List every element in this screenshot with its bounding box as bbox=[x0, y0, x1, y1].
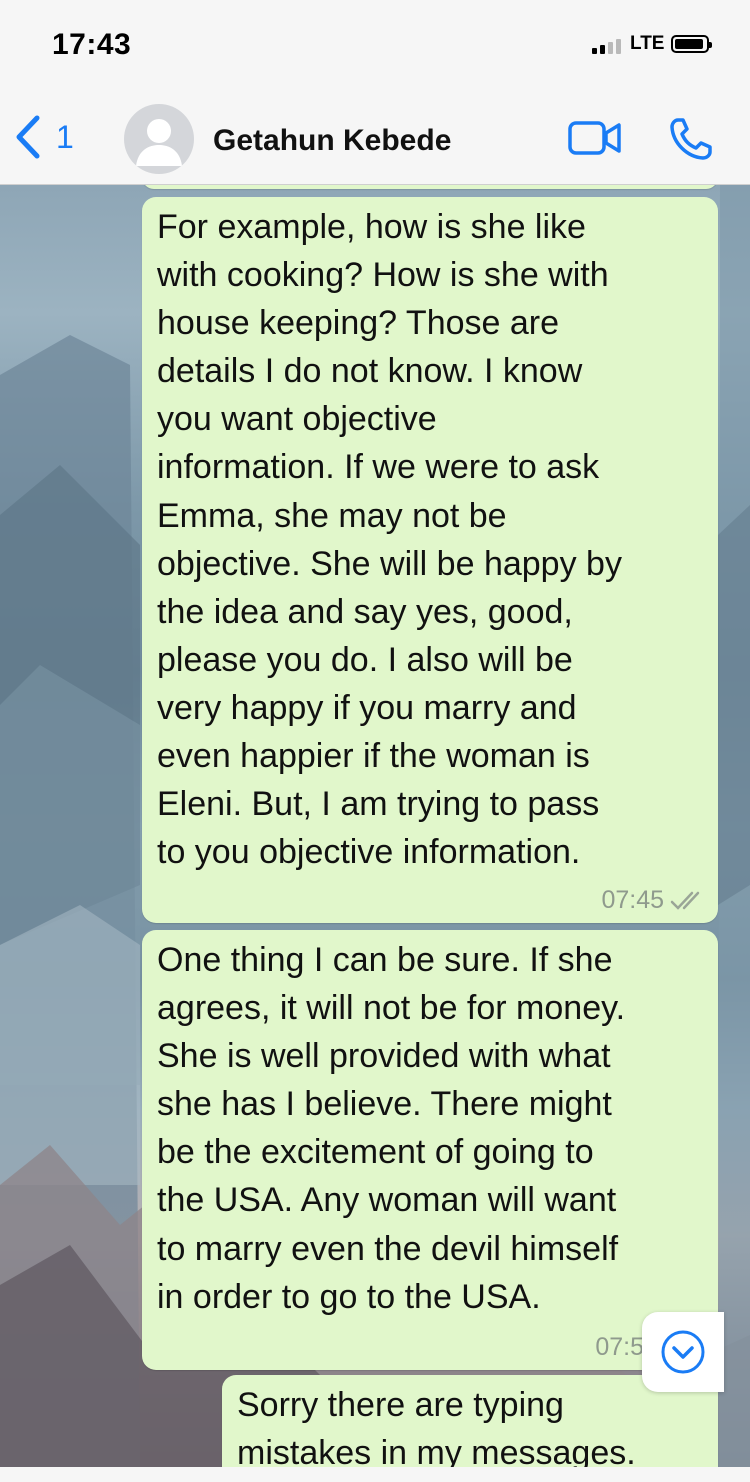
message-bubble-previous[interactable] bbox=[142, 185, 718, 189]
double-check-icon bbox=[670, 891, 700, 910]
message-bubble[interactable]: One thing I can be sure. If she agrees, … bbox=[142, 930, 718, 1370]
message-bubble[interactable]: Sorry there are typing mistakes in my me… bbox=[222, 1375, 718, 1467]
network-type: LTE bbox=[630, 33, 665, 54]
contact-name[interactable]: Getahun Kebede bbox=[213, 124, 451, 158]
voice-call-button[interactable] bbox=[668, 116, 714, 167]
phone-icon bbox=[670, 118, 712, 160]
avatar[interactable] bbox=[124, 104, 194, 174]
message-time: 07:5 bbox=[595, 1333, 644, 1361]
message-meta: 07:5 bbox=[595, 1333, 644, 1362]
person-icon bbox=[136, 119, 182, 166]
signal-icon bbox=[592, 38, 624, 54]
message-bubble[interactable]: For example, how is she like with cookin… bbox=[142, 197, 718, 923]
back-button[interactable]: 1 bbox=[12, 112, 74, 162]
scroll-to-bottom-button[interactable] bbox=[642, 1312, 724, 1392]
message-text: For example, how is she like with cookin… bbox=[157, 208, 622, 872]
status-time: 17:43 bbox=[52, 28, 132, 61]
bottom-bar bbox=[0, 1467, 750, 1482]
video-call-button[interactable] bbox=[568, 120, 622, 161]
message-meta: 07:45 bbox=[601, 886, 706, 915]
chat-area[interactable]: For example, how is she like with cookin… bbox=[0, 185, 750, 1467]
message-text: One thing I can be sure. If she agrees, … bbox=[157, 941, 626, 1316]
chat-header: 1 Getahun Kebede bbox=[0, 92, 750, 185]
chevron-down-circle-icon bbox=[661, 1330, 705, 1374]
message-time: 07:45 bbox=[601, 886, 664, 914]
message-text: Sorry there are typing mistakes in my me… bbox=[237, 1386, 636, 1467]
video-camera-icon bbox=[568, 121, 621, 155]
unread-count: 1 bbox=[56, 118, 74, 155]
status-bar: 17:43 LTE bbox=[0, 0, 750, 92]
chevron-left-icon bbox=[16, 115, 40, 159]
battery-icon bbox=[671, 35, 712, 53]
